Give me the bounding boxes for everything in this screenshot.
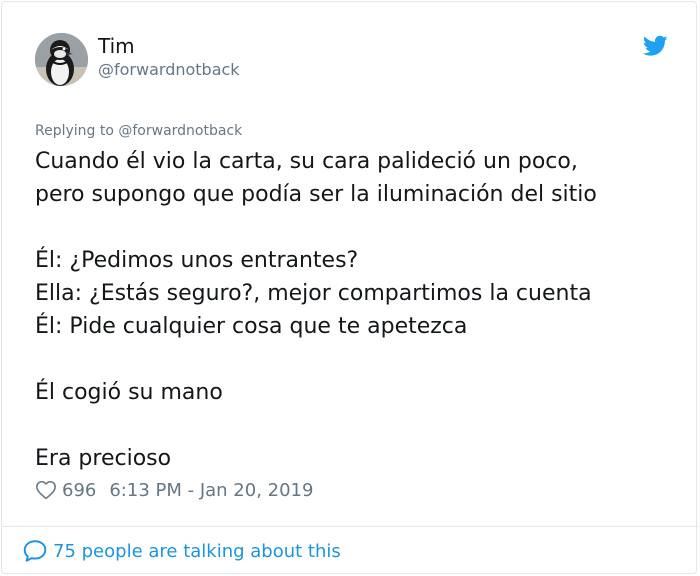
like-count[interactable]: 696 (62, 480, 96, 501)
author-handle[interactable]: @forwardnotback (98, 60, 240, 80)
tweet-line: Él: ¿Pedimos unos entrantes? (35, 248, 359, 273)
tweet-timestamp[interactable]: 6:13 PM - Jan 20, 2019 (109, 480, 313, 501)
tweet-line: Él cogió su mano (35, 380, 223, 405)
tweet-line: Ella: ¿Estás seguro?, mejor compartimos … (35, 281, 592, 306)
author-display-name[interactable]: Tim (98, 34, 135, 58)
tweet-meta: 696 6:13 PM - Jan 20, 2019 (35, 478, 313, 502)
author-avatar[interactable] (35, 33, 88, 86)
penguin-avatar-icon (35, 33, 88, 86)
tweet-line: Era precioso (35, 446, 172, 471)
tweet-line: Él: Pide cualquier cosa que te apetezca (35, 314, 468, 339)
twitter-bird-icon[interactable] (643, 35, 668, 57)
reply-context[interactable]: Replying to @forwardnotback (35, 122, 242, 140)
tweet-card: Tim @forwardnotback Replying to @forward… (1, 1, 697, 574)
tweet-line: Cuando él vio la carta, su cara palideci… (35, 149, 578, 174)
footer-divider (1, 526, 699, 527)
tweet-text: Cuando él vio la carta, su cara palideci… (35, 145, 675, 475)
conversation-link[interactable]: 75 people are talking about this (22, 538, 341, 564)
tweet-line: pero supongo que podía ser la iluminació… (35, 182, 597, 207)
conversation-link-label: 75 people are talking about this (53, 540, 341, 562)
heart-icon[interactable] (35, 479, 57, 501)
speech-bubble-icon (23, 540, 47, 562)
